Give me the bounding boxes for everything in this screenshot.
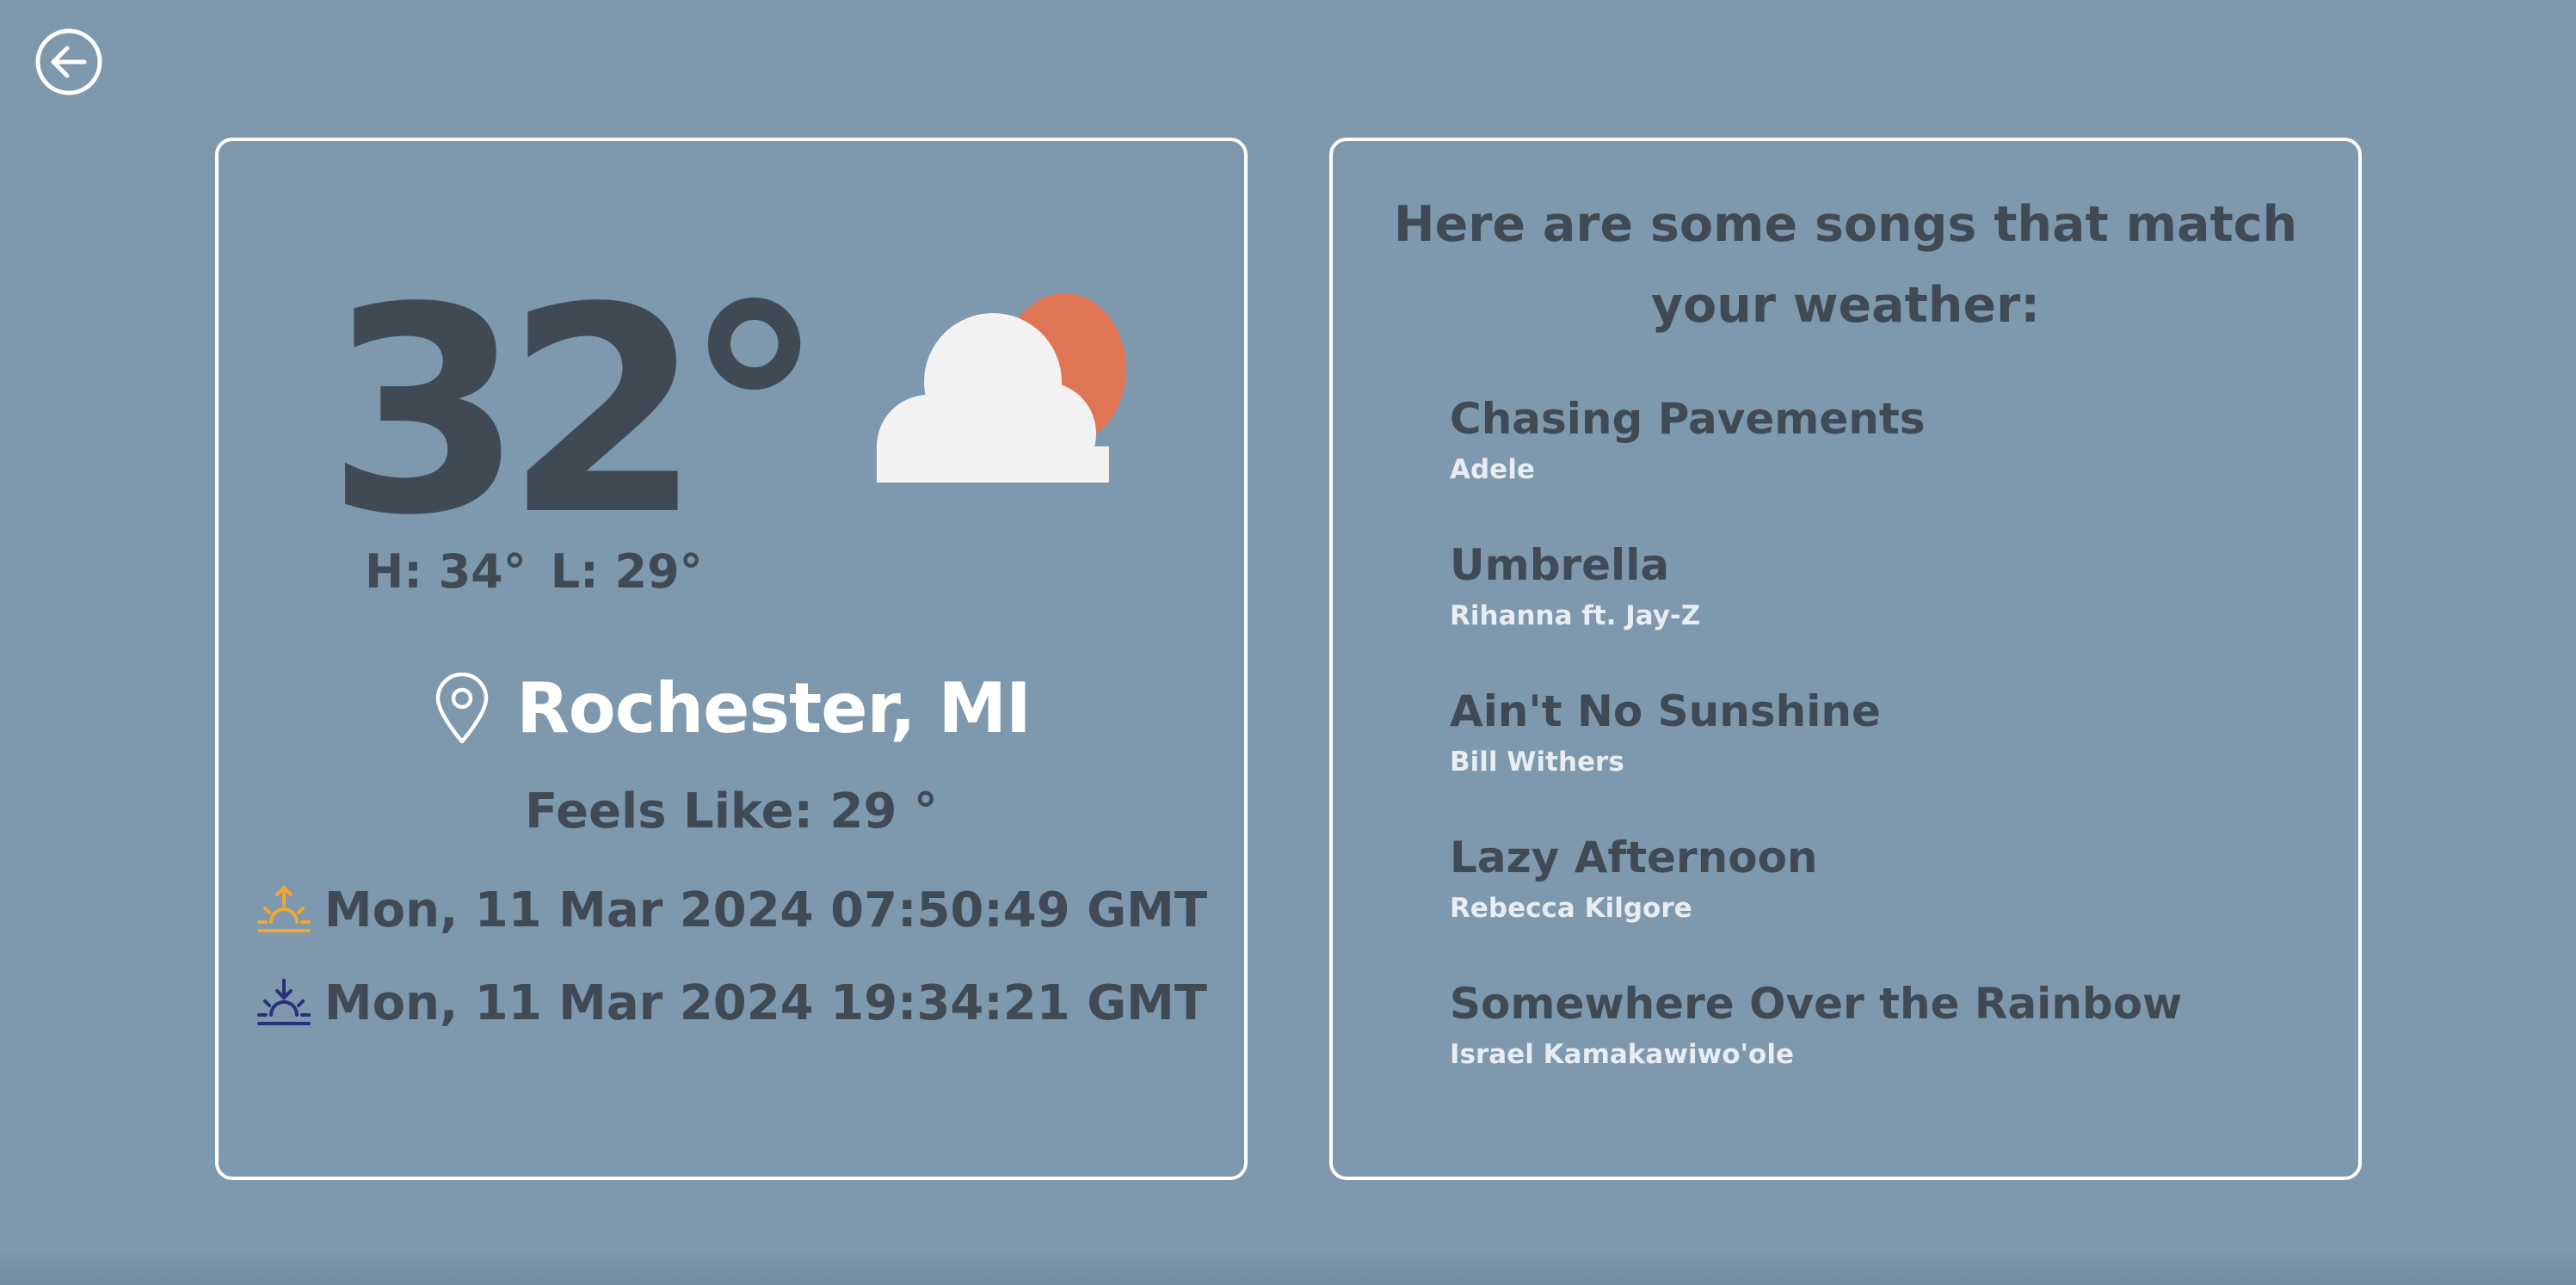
sunset-icon <box>256 977 312 1030</box>
sunrise-row: Mon, 11 Mar 2024 07:50:49 GMT <box>219 876 1244 945</box>
song-item[interactable]: Lazy Afternoon Rebecca Kilgore <box>1450 829 2182 975</box>
partly-cloudy-icon <box>868 283 1135 494</box>
back-arrow-icon <box>35 28 102 95</box>
song-artist: Bill Withers <box>1450 747 1624 778</box>
high-low-temperature: H: 34° L: 29° <box>365 544 703 600</box>
sunset-row: Mon, 11 Mar 2024 19:34:21 GMT <box>219 969 1244 1038</box>
low-temperature: L: 29° <box>550 544 703 599</box>
song-title: Chasing Pavements <box>1450 394 1926 444</box>
song-title: Ain't No Sunshine <box>1450 686 1881 736</box>
songs-heading: Here are some songs that match your weat… <box>1393 196 2298 334</box>
song-item[interactable]: Ain't No Sunshine Bill Withers <box>1450 683 2182 829</box>
location: Rochester, MI <box>219 657 1244 760</box>
songs-card: Here are some songs that match your weat… <box>1329 138 2362 1180</box>
sunset-time: Mon, 11 Mar 2024 19:34:21 GMT <box>324 975 1208 1031</box>
song-title: Lazy Afternoon <box>1450 833 1818 882</box>
back-button[interactable] <box>34 28 103 96</box>
song-artist: Adele <box>1450 454 1535 485</box>
song-item[interactable]: Somewhere Over the Rainbow Israel Kamaka… <box>1450 975 2182 1122</box>
song-item[interactable]: Umbrella Rihanna ft. Jay-Z <box>1450 537 2182 683</box>
song-artist: Rihanna ft. Jay-Z <box>1450 600 1701 631</box>
song-artist: Rebecca Kilgore <box>1450 893 1692 924</box>
sunrise-time: Mon, 11 Mar 2024 07:50:49 GMT <box>324 882 1208 938</box>
city-name: Rochester, MI <box>516 668 1032 748</box>
weather-card: 32° H: 34° L: 29° Rochester, MI Feels Lik… <box>215 138 1248 1180</box>
current-temperature: 32° <box>326 247 825 577</box>
high-temperature: H: 34° <box>365 544 527 599</box>
song-title: Somewhere Over the Rainbow <box>1450 979 2183 1029</box>
bottom-shade <box>0 1247 2576 1285</box>
song-artist: Israel Kamakawiwo'ole <box>1450 1039 1794 1070</box>
song-list: Chasing Pavements Adele Umbrella Rihanna… <box>1450 390 2182 1122</box>
song-item[interactable]: Chasing Pavements Adele <box>1450 390 2182 537</box>
location-pin-icon <box>432 673 492 745</box>
feels-like: Feels Like: 29 ° <box>525 784 938 839</box>
sunrise-icon <box>256 884 312 938</box>
song-title: Umbrella <box>1450 540 1670 590</box>
